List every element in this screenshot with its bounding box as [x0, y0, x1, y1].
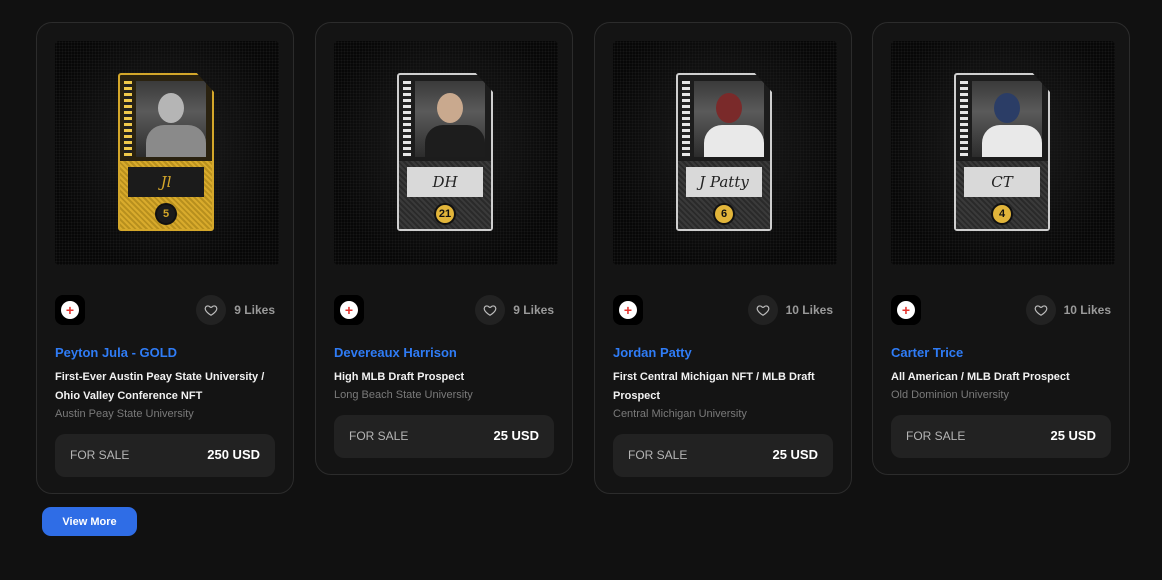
jersey-number: 21	[434, 203, 456, 225]
sale-status: FOR SALE	[906, 429, 966, 443]
like-button[interactable]	[747, 295, 778, 325]
sale-box[interactable]: FOR SALE 25 USD	[891, 415, 1111, 458]
card-stripe	[682, 81, 690, 157]
heart-icon	[1034, 305, 1047, 316]
jersey-number: 5	[155, 203, 177, 225]
jersey-number: 4	[991, 203, 1013, 225]
nft-artwork[interactable]: DH 21	[334, 41, 558, 265]
price: 25 USD	[493, 428, 539, 443]
likes-group: 10 Likes	[747, 295, 833, 325]
like-button[interactable]	[196, 295, 227, 325]
nft-title[interactable]: Peyton Jula - GOLD	[55, 345, 279, 360]
like-button[interactable]	[475, 295, 506, 325]
player-photo	[136, 81, 206, 157]
nft-card[interactable]: J Patty 6 + 10 Likes Jordan Patty First …	[594, 22, 852, 494]
card-lower-panel: CT 4	[956, 161, 1048, 229]
creator-badge-icon[interactable]: +	[891, 295, 921, 325]
nft-description: All American / MLB Draft Prospect	[891, 371, 1070, 383]
nft-title[interactable]: Jordan Patty	[613, 345, 837, 360]
school-name: Old Dominion University	[891, 389, 1009, 401]
price: 250 USD	[207, 447, 260, 462]
trading-card-image: Jl 5	[118, 73, 214, 231]
likes-group: 9 Likes	[196, 295, 275, 325]
player-photo	[694, 81, 764, 157]
nft-description: High MLB Draft Prospect	[334, 371, 465, 383]
heart-icon	[756, 305, 769, 316]
card-stripe	[403, 81, 411, 157]
price: 25 USD	[1050, 428, 1096, 443]
sale-box[interactable]: FOR SALE 25 USD	[613, 434, 833, 477]
likes-count: 10 Likes	[785, 303, 833, 317]
card-lower-panel: J Patty 6	[678, 161, 770, 229]
card-lower-panel: DH 21	[399, 161, 491, 229]
autograph: Jl	[128, 167, 204, 197]
school-name: Central Michigan University	[613, 408, 747, 420]
card-stripe	[124, 81, 132, 157]
likes-group: 9 Likes	[475, 295, 554, 325]
player-photo	[415, 81, 485, 157]
nft-card-grid: Jl 5 + 9 Likes Peyton Jula - GOLD First-…	[36, 22, 1134, 496]
trading-card-image: CT 4	[954, 73, 1050, 231]
nft-title[interactable]: Devereaux Harrison	[334, 345, 558, 360]
likes-count: 9 Likes	[234, 303, 275, 317]
sale-box[interactable]: FOR SALE 250 USD	[55, 434, 275, 477]
heart-icon	[483, 305, 497, 316]
trading-card-image: J Patty 6	[676, 73, 772, 231]
creator-badge-icon[interactable]: +	[334, 295, 364, 325]
sale-status: FOR SALE	[628, 448, 688, 462]
sale-box[interactable]: FOR SALE 25 USD	[334, 415, 554, 458]
nft-card[interactable]: Jl 5 + 9 Likes Peyton Jula - GOLD First-…	[36, 22, 294, 494]
sale-status: FOR SALE	[70, 448, 130, 462]
nft-card[interactable]: DH 21 + 9 Likes Devereaux Harrison High …	[315, 22, 573, 475]
sale-status: FOR SALE	[349, 429, 409, 443]
nft-artwork[interactable]: Jl 5	[55, 41, 279, 265]
school-name: Long Beach State University	[334, 389, 473, 401]
trading-card-image: DH 21	[397, 73, 493, 231]
likes-count: 10 Likes	[1063, 303, 1111, 317]
nft-artwork[interactable]: CT 4	[891, 41, 1115, 265]
autograph: DH	[407, 167, 483, 197]
nft-artwork[interactable]: J Patty 6	[613, 41, 837, 265]
nft-title[interactable]: Carter Trice	[891, 345, 1115, 360]
autograph: J Patty	[686, 167, 762, 197]
card-stripe	[960, 81, 968, 157]
autograph: CT	[964, 167, 1040, 197]
nft-description: First-Ever Austin Peay State University …	[55, 371, 265, 402]
heart-icon	[204, 305, 218, 316]
card-lower-panel: Jl 5	[120, 161, 212, 229]
price: 25 USD	[772, 447, 818, 462]
jersey-number: 6	[713, 203, 735, 225]
like-button[interactable]	[1025, 295, 1056, 325]
nft-description: First Central Michigan NFT / MLB Draft P…	[613, 371, 815, 402]
view-more-button[interactable]: View More	[42, 507, 137, 536]
school-name: Austin Peay State University	[55, 408, 194, 420]
creator-badge-icon[interactable]: +	[55, 295, 85, 325]
nft-card[interactable]: CT 4 + 10 Likes Carter Trice All America…	[872, 22, 1130, 475]
player-photo	[972, 81, 1042, 157]
likes-count: 9 Likes	[513, 303, 554, 317]
likes-group: 10 Likes	[1025, 295, 1111, 325]
creator-badge-icon[interactable]: +	[613, 295, 643, 325]
